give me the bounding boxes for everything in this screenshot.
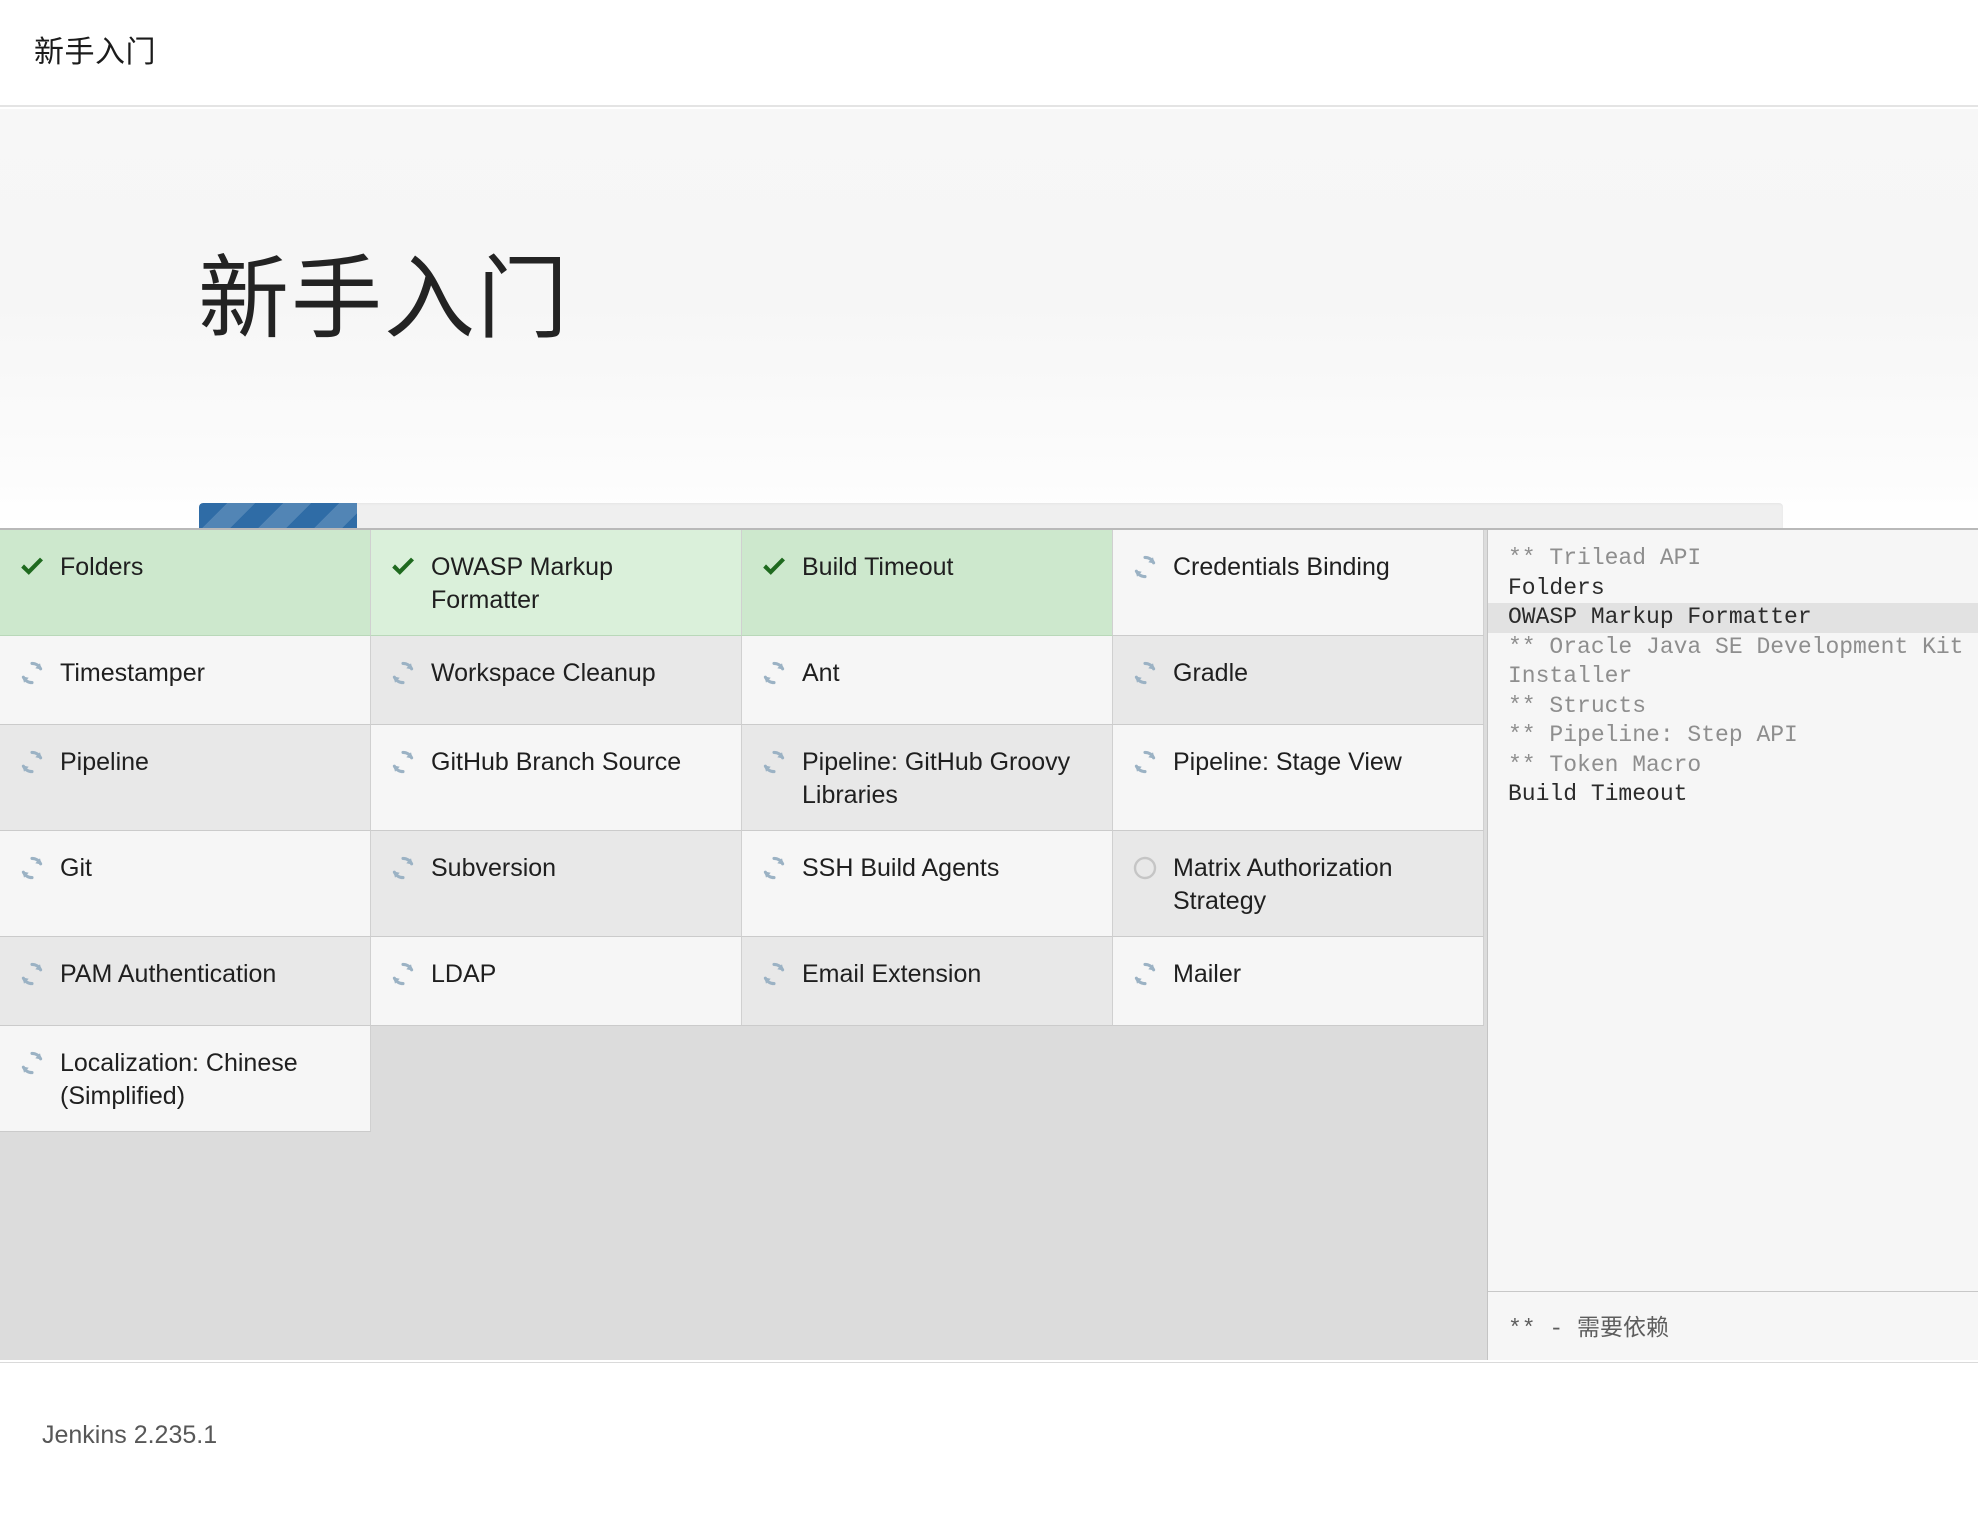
plugin-name: Gradle [1173,659,1249,687]
install-log-line: OWASP Markup Formatter [1488,603,1978,633]
plugin-status-grid: Folders OWASP Markup Formatter Build Timeo… [0,530,1487,1132]
install-content: Folders OWASP Markup Formatter Build Timeo… [0,528,1978,1360]
plugin-cell: Email Extension [742,937,1113,1026]
plugin-cell: Ant [742,636,1113,725]
spinner-icon [760,748,788,776]
check-icon [760,553,788,581]
plugin-name: Email Extension [802,960,982,988]
plugin-cell: Timestamper [0,636,371,725]
spinner-icon [1131,960,1159,988]
plugin-cell: Pipeline: Stage View [1113,725,1484,831]
log-legend: ** - 需要依赖 [1488,1291,1978,1360]
plugin-name: PAM Authentication [60,960,277,988]
spinner-icon [1131,553,1159,581]
install-log-line: ** Token Macro [1508,751,1702,778]
plugin-name: Subversion [431,854,557,882]
page-title: 新手入门 [198,249,571,350]
spinner-icon [760,854,788,882]
plugin-cell: Git [0,831,371,937]
plugin-name: Timestamper [60,659,205,687]
plugin-cell: OWASP Markup Formatter [371,530,742,636]
install-log-list[interactable]: ** Trilead API Folders OWASP Markup Format… [1488,530,1978,1291]
plugin-name: Folders [60,553,144,581]
check-icon [389,553,417,581]
plugin-cell: Build Timeout [742,530,1113,636]
plugin-name: OWASP Markup Formatter [431,553,613,614]
check-icon [18,553,46,581]
spinner-icon [18,1049,46,1077]
install-log-line: Build Timeout [1508,781,1688,807]
circle-empty-icon [1131,854,1159,882]
plugin-name: Localization: Chinese (Simplified) [60,1049,298,1110]
install-log-line: ** Trilead API [1508,545,1702,571]
plugin-name: Matrix Authorization Strategy [1173,854,1393,915]
hero-section: 新手入门 [0,109,1978,536]
plugin-name: Credentials Binding [1173,553,1390,581]
install-log-line: ** Pipeline: Step API [1508,722,1798,748]
plugin-name: Build Timeout [802,553,954,581]
plugin-name: Pipeline [60,748,149,776]
page-footer: Jenkins 2.235.1 [0,1362,1978,1516]
plugin-name: SSH Build Agents [802,854,1000,882]
jenkins-version-label: Jenkins 2.235.1 [42,1421,218,1449]
plugin-name: Pipeline: GitHub Groovy Libraries [802,748,1071,809]
spinner-icon [1131,748,1159,776]
plugin-cell: Pipeline [0,725,371,831]
app-header: 新手入门 [0,0,1978,107]
plugin-cell: Pipeline: GitHub Groovy Libraries [742,725,1113,831]
spinner-icon [389,960,417,988]
plugin-cell: Gradle [1113,636,1484,725]
plugin-name: Workspace Cleanup [431,659,656,687]
plugin-cell: Folders [0,530,371,636]
plugin-name: LDAP [431,960,497,988]
install-log-line: Folders [1508,574,1605,601]
plugin-cell: GitHub Branch Source [371,725,742,831]
spinner-icon [18,854,46,882]
spinner-icon [389,748,417,776]
install-log-line: ** Structs [1508,692,1647,719]
header-title: 新手入门 [34,35,156,69]
spinner-icon [389,854,417,882]
spinner-icon [760,659,788,687]
spinner-icon [18,960,46,988]
install-log-line: ** Oracle Java SE Development Kit Instal… [1508,633,1978,690]
plugin-cell: LDAP [371,937,742,1026]
plugin-cell: Localization: Chinese (Simplified) [0,1026,371,1132]
plugin-cell: Credentials Binding [1113,530,1484,636]
plugin-name: Git [60,854,92,882]
plugin-cell: PAM Authentication [0,937,371,1026]
plugin-cell: Mailer [1113,937,1484,1026]
spinner-icon [18,659,46,687]
spinner-icon [18,748,46,776]
jenkins-setup-wizard-page: 新手入门 新手入门 Folders OWASP Markup Formatter B… [0,0,1978,1516]
plugin-name: Ant [802,659,840,687]
spinner-icon [760,960,788,988]
plugin-cell: Matrix Authorization Strategy [1113,831,1484,937]
plugin-status-pane: Folders OWASP Markup Formatter Build Timeo… [0,530,1487,1360]
spinner-icon [1131,659,1159,687]
plugin-cell: SSH Build Agents [742,831,1113,937]
plugin-name: Mailer [1173,960,1242,988]
plugin-cell: Subversion [371,831,742,937]
spinner-icon [389,659,417,687]
plugin-name: Pipeline: Stage View [1173,748,1402,776]
plugin-cell: Workspace Cleanup [371,636,742,725]
plugin-name: GitHub Branch Source [431,748,682,776]
install-log-pane[interactable]: ** Trilead API Folders OWASP Markup Format… [1487,530,1978,1360]
